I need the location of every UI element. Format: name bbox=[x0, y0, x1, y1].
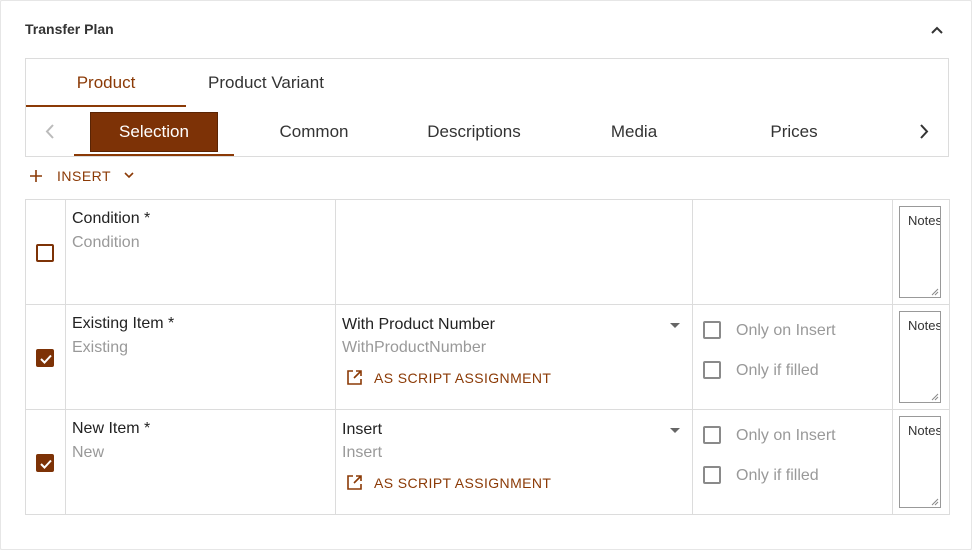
mapping-cell bbox=[335, 199, 693, 305]
insert-label: INSERT bbox=[57, 168, 112, 184]
checkbox-cell bbox=[25, 304, 66, 410]
tab-descriptions[interactable]: Descriptions bbox=[394, 107, 554, 156]
row-checkbox[interactable] bbox=[36, 244, 54, 262]
tab-label: Selection bbox=[90, 112, 218, 152]
field-label: New Item * bbox=[72, 420, 151, 437]
checkbox-box bbox=[703, 321, 721, 339]
chevron-up-icon[interactable] bbox=[927, 21, 947, 41]
mapping-cell: With Product Number WithProductNumber AS… bbox=[335, 304, 693, 410]
field-value: Condition bbox=[72, 234, 140, 251]
checkbox-cell bbox=[25, 409, 66, 515]
option-label: Only on Insert bbox=[736, 427, 836, 444]
tab-label: Descriptions bbox=[427, 122, 521, 141]
field-cell: Condition * Condition bbox=[65, 199, 336, 305]
mapping-cell: Insert Insert AS SCRIPT ASSIGNMENT bbox=[335, 409, 693, 515]
notes-textarea[interactable]: Notes bbox=[899, 311, 941, 403]
field-cell: New Item * New bbox=[65, 409, 336, 515]
mapping-select[interactable]: With Product Number bbox=[336, 305, 692, 335]
options-cell: Only on Insert Only if filled bbox=[692, 304, 893, 410]
notes-cell: Notes bbox=[892, 304, 950, 410]
field-label: Condition * bbox=[72, 210, 151, 227]
notes-placeholder: Notes bbox=[908, 423, 941, 438]
tab-label: Common bbox=[279, 122, 349, 141]
notes-cell: Notes bbox=[892, 199, 950, 305]
table-row: Existing Item * Existing With Product Nu… bbox=[25, 304, 950, 410]
open-external-icon bbox=[347, 475, 362, 490]
script-assignment-label: AS SCRIPT ASSIGNMENT bbox=[374, 475, 552, 491]
checkbox-box bbox=[703, 466, 721, 484]
main-tabs: Product Product Variant bbox=[25, 58, 949, 108]
chevron-down-icon bbox=[124, 172, 134, 179]
resize-grip-icon[interactable] bbox=[931, 498, 939, 506]
scroll-right-button[interactable] bbox=[900, 107, 948, 156]
option-label: Only if filled bbox=[736, 467, 819, 484]
tab-media[interactable]: Media bbox=[554, 107, 714, 156]
field-cell: Existing Item * Existing bbox=[65, 304, 336, 410]
dropdown-caret-icon bbox=[670, 323, 680, 328]
checkmark-icon bbox=[40, 459, 52, 469]
checkmark-icon bbox=[40, 354, 52, 364]
options-cell bbox=[692, 199, 893, 305]
checkbox-cell bbox=[25, 199, 66, 305]
checkbox-box bbox=[703, 361, 721, 379]
notes-textarea[interactable]: Notes bbox=[899, 206, 941, 298]
table-row: New Item * New Insert Insert AS SCRIPT A… bbox=[25, 409, 950, 515]
panel-header: Transfer Plan bbox=[25, 21, 947, 41]
tab-label: Product Variant bbox=[208, 73, 324, 92]
option-label: Only on Insert bbox=[736, 322, 836, 339]
select-value: WithProductNumber bbox=[342, 339, 487, 356]
open-external-icon bbox=[347, 370, 362, 385]
tab-label: Media bbox=[610, 122, 658, 141]
panel-title: Transfer Plan bbox=[25, 21, 114, 37]
tab-common[interactable]: Common bbox=[234, 107, 394, 156]
field-value: Existing bbox=[72, 339, 129, 356]
field-value: New bbox=[72, 444, 105, 461]
tab-selection[interactable]: Selection bbox=[74, 107, 234, 156]
plus-icon bbox=[30, 170, 42, 182]
notes-placeholder: Notes bbox=[908, 318, 941, 333]
row-checkbox[interactable] bbox=[36, 349, 54, 367]
notes-textarea[interactable]: Notes bbox=[899, 416, 941, 508]
select-display: Insert bbox=[342, 421, 383, 438]
dropdown-caret-icon bbox=[670, 428, 680, 433]
tab-product[interactable]: Product bbox=[26, 59, 186, 107]
field-label: Existing Item * bbox=[72, 315, 175, 332]
tab-prices[interactable]: Prices bbox=[714, 107, 874, 156]
table-row: Condition * Condition Notes bbox=[25, 199, 950, 305]
notes-placeholder: Notes bbox=[908, 213, 941, 228]
tab-label: Prices bbox=[770, 122, 818, 141]
resize-grip-icon[interactable] bbox=[931, 393, 939, 401]
row-checkbox[interactable] bbox=[36, 454, 54, 472]
transfer-plan-panel: Transfer Plan Product Product Variant Se… bbox=[0, 0, 972, 550]
script-assignment-label: AS SCRIPT ASSIGNMENT bbox=[374, 370, 552, 386]
tab-label: Product bbox=[76, 73, 136, 92]
notes-cell: Notes bbox=[892, 409, 950, 515]
tab-product-variant[interactable]: Product Variant bbox=[186, 59, 346, 107]
transfer-table: Condition * Condition Notes Existing Ite… bbox=[25, 199, 950, 515]
sub-tabs: Selection Common Descriptions Media Pric… bbox=[25, 107, 949, 157]
select-value: Insert bbox=[342, 444, 383, 461]
option-label: Only if filled bbox=[736, 362, 819, 379]
mapping-select[interactable]: Insert bbox=[336, 410, 692, 440]
resize-grip-icon[interactable] bbox=[931, 288, 939, 296]
scroll-left-button[interactable] bbox=[26, 107, 74, 156]
checkbox-box bbox=[703, 426, 721, 444]
select-display: With Product Number bbox=[342, 316, 495, 333]
options-cell: Only on Insert Only if filled bbox=[692, 409, 893, 515]
